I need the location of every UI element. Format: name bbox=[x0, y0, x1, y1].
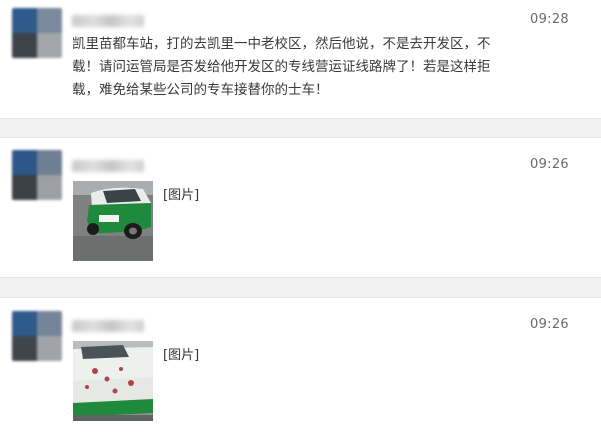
separator bbox=[0, 278, 601, 297]
avatar[interactable] bbox=[12, 8, 62, 58]
username-blurred bbox=[72, 15, 144, 27]
username-blurred bbox=[72, 160, 144, 172]
comment-time: 09:26 bbox=[530, 157, 569, 172]
username-blurred bbox=[72, 320, 144, 332]
avatar[interactable] bbox=[12, 150, 62, 200]
comment-item: 09:28 凯里苗都车站，打的去凯里一中老校区，然后他说，不是去开发区，不载！请… bbox=[0, 0, 601, 118]
image-label: [图片] bbox=[163, 348, 200, 363]
avatar[interactable] bbox=[12, 311, 62, 361]
comment-text: 凯里苗都车站，打的去凯里一中老校区，然后他说，不是去开发区，不载！请问运管局是否… bbox=[72, 36, 491, 98]
separator bbox=[0, 119, 601, 137]
comment-time: 09:26 bbox=[530, 317, 569, 332]
comment-item: 09:26 [图片] bbox=[0, 298, 601, 433]
comment-feed: 09:28 凯里苗都车站，打的去凯里一中老校区，然后他说，不是去开发区，不载！请… bbox=[0, 0, 601, 433]
taxi-photo bbox=[73, 341, 153, 421]
taxi-photo-thumbnail[interactable] bbox=[73, 181, 153, 261]
taxi-photo bbox=[73, 181, 153, 261]
image-label: [图片] bbox=[163, 188, 200, 203]
comment-item: 09:26 [图片] bbox=[0, 138, 601, 277]
taxi-photo-thumbnail[interactable] bbox=[73, 341, 153, 421]
comment-time: 09:28 bbox=[530, 12, 569, 27]
